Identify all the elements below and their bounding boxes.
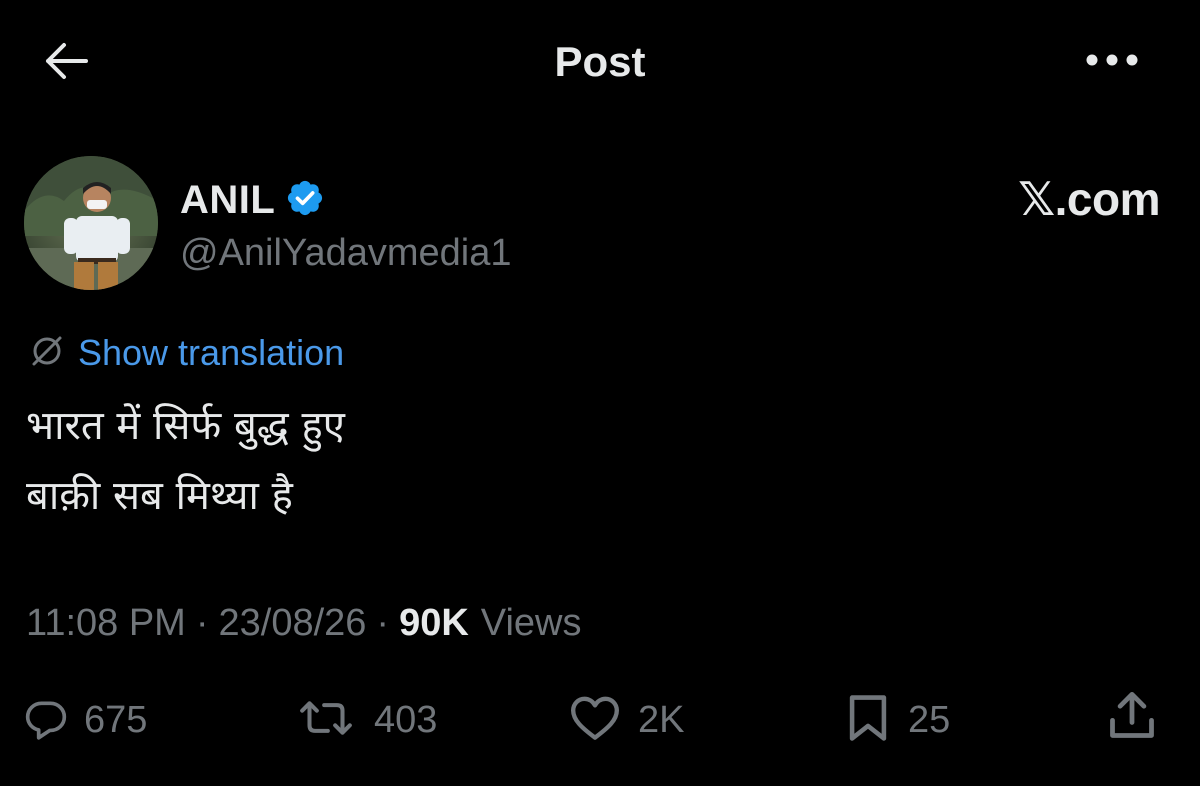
verified-badge-icon bbox=[285, 178, 325, 223]
arrow-left-icon bbox=[42, 41, 90, 86]
author-name-row[interactable]: ANIL bbox=[180, 170, 325, 230]
post-text-line-1: भारत में सिर्फ बुद्ध हुए bbox=[26, 403, 345, 449]
reply-bubble-icon bbox=[24, 696, 68, 745]
avatar[interactable] bbox=[24, 156, 158, 290]
more-horizontal-icon bbox=[1084, 53, 1140, 72]
back-button[interactable] bbox=[40, 40, 92, 86]
meta-separator: · bbox=[195, 601, 209, 644]
repost-icon bbox=[294, 696, 358, 745]
show-translation-link[interactable]: Show translation bbox=[28, 330, 344, 376]
author-handle[interactable]: @AnilYadavmedia1 bbox=[180, 232, 512, 275]
bookmark-button[interactable]: 25 bbox=[844, 690, 950, 750]
repost-button[interactable]: 403 bbox=[294, 690, 437, 750]
share-button[interactable] bbox=[1108, 688, 1156, 748]
heart-icon bbox=[568, 694, 622, 747]
translate-globe-icon bbox=[28, 332, 66, 375]
post-meta: 11:08 PM · 23/08/26 · 90K Views bbox=[26, 598, 581, 648]
post-text-line-2: बाक़ी सब मिथ्या है bbox=[26, 473, 293, 519]
like-button[interactable]: 2K bbox=[568, 690, 684, 750]
page-title: Post bbox=[554, 38, 646, 85]
bookmark-count: 25 bbox=[908, 698, 951, 741]
reply-count: 675 bbox=[84, 698, 148, 741]
show-translation-label: Show translation bbox=[78, 332, 345, 373]
reply-button[interactable]: 675 bbox=[24, 690, 147, 750]
post-date: 23/08/26 bbox=[218, 601, 367, 644]
author-name: ANIL bbox=[180, 177, 276, 222]
watermark: 𝕏.com bbox=[1018, 173, 1160, 225]
post-time: 11:08 PM bbox=[26, 601, 186, 644]
views-label: Views bbox=[480, 601, 582, 644]
bookmark-icon bbox=[844, 693, 892, 748]
more-options-button[interactable] bbox=[1080, 44, 1144, 80]
like-count: 2K bbox=[638, 698, 685, 741]
share-icon bbox=[1108, 690, 1156, 747]
meta-separator: · bbox=[376, 601, 390, 644]
repost-count: 403 bbox=[374, 698, 438, 741]
views-count: 90K bbox=[399, 601, 469, 644]
